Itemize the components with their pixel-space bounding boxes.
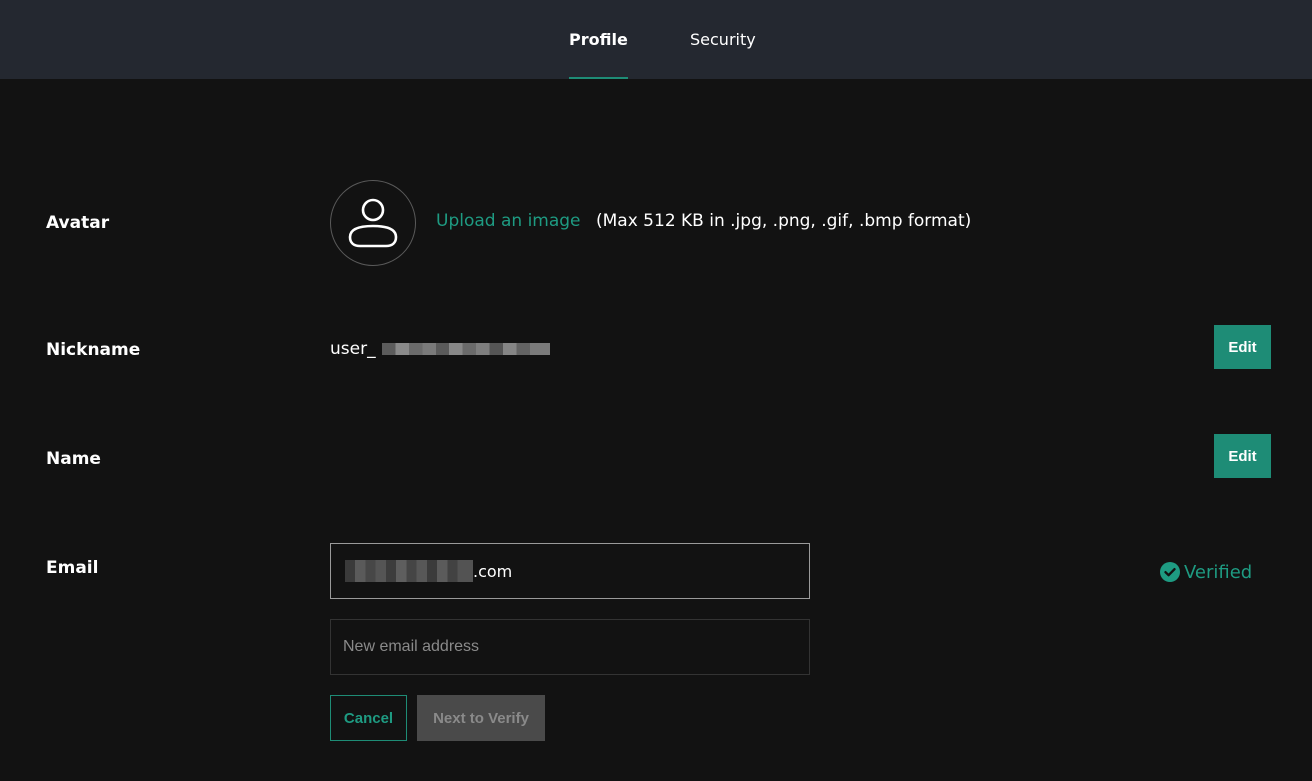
- current-email-field[interactable]: .com: [330, 543, 810, 599]
- verified-status: Verified: [1160, 561, 1252, 583]
- cancel-button[interactable]: Cancel: [330, 695, 407, 741]
- redacted-nickname: [381, 343, 550, 355]
- nickname-label: Nickname: [46, 340, 141, 360]
- upload-format-hint: (Max 512 KB in .jpg, .png, .gif, .bmp fo…: [596, 211, 972, 231]
- tab-security-label: Security: [690, 30, 756, 49]
- redacted-email: [345, 560, 473, 582]
- tab-profile[interactable]: Profile: [569, 0, 628, 79]
- nickname-prefix: user_: [330, 339, 376, 359]
- verified-label: Verified: [1184, 561, 1253, 583]
- upload-image-link[interactable]: Upload an image: [436, 211, 581, 231]
- new-email-input[interactable]: [330, 619, 810, 675]
- email-label: Email: [46, 558, 99, 578]
- check-circle-icon: [1160, 562, 1180, 582]
- avatar-label: Avatar: [46, 213, 110, 233]
- edit-nickname-button[interactable]: Edit: [1214, 325, 1271, 369]
- next-to-verify-button[interactable]: Next to Verify: [417, 695, 545, 741]
- top-navigation: Profile Security: [0, 0, 1312, 79]
- name-label: Name: [46, 449, 101, 469]
- avatar[interactable]: [330, 180, 416, 266]
- tab-security[interactable]: Security: [690, 0, 756, 79]
- active-tab-indicator: [569, 77, 628, 79]
- tab-profile-label: Profile: [569, 30, 628, 49]
- edit-name-button[interactable]: Edit: [1214, 434, 1271, 478]
- nickname-value: user_: [330, 337, 550, 361]
- user-icon: [348, 198, 398, 248]
- email-suffix: .com: [473, 561, 513, 581]
